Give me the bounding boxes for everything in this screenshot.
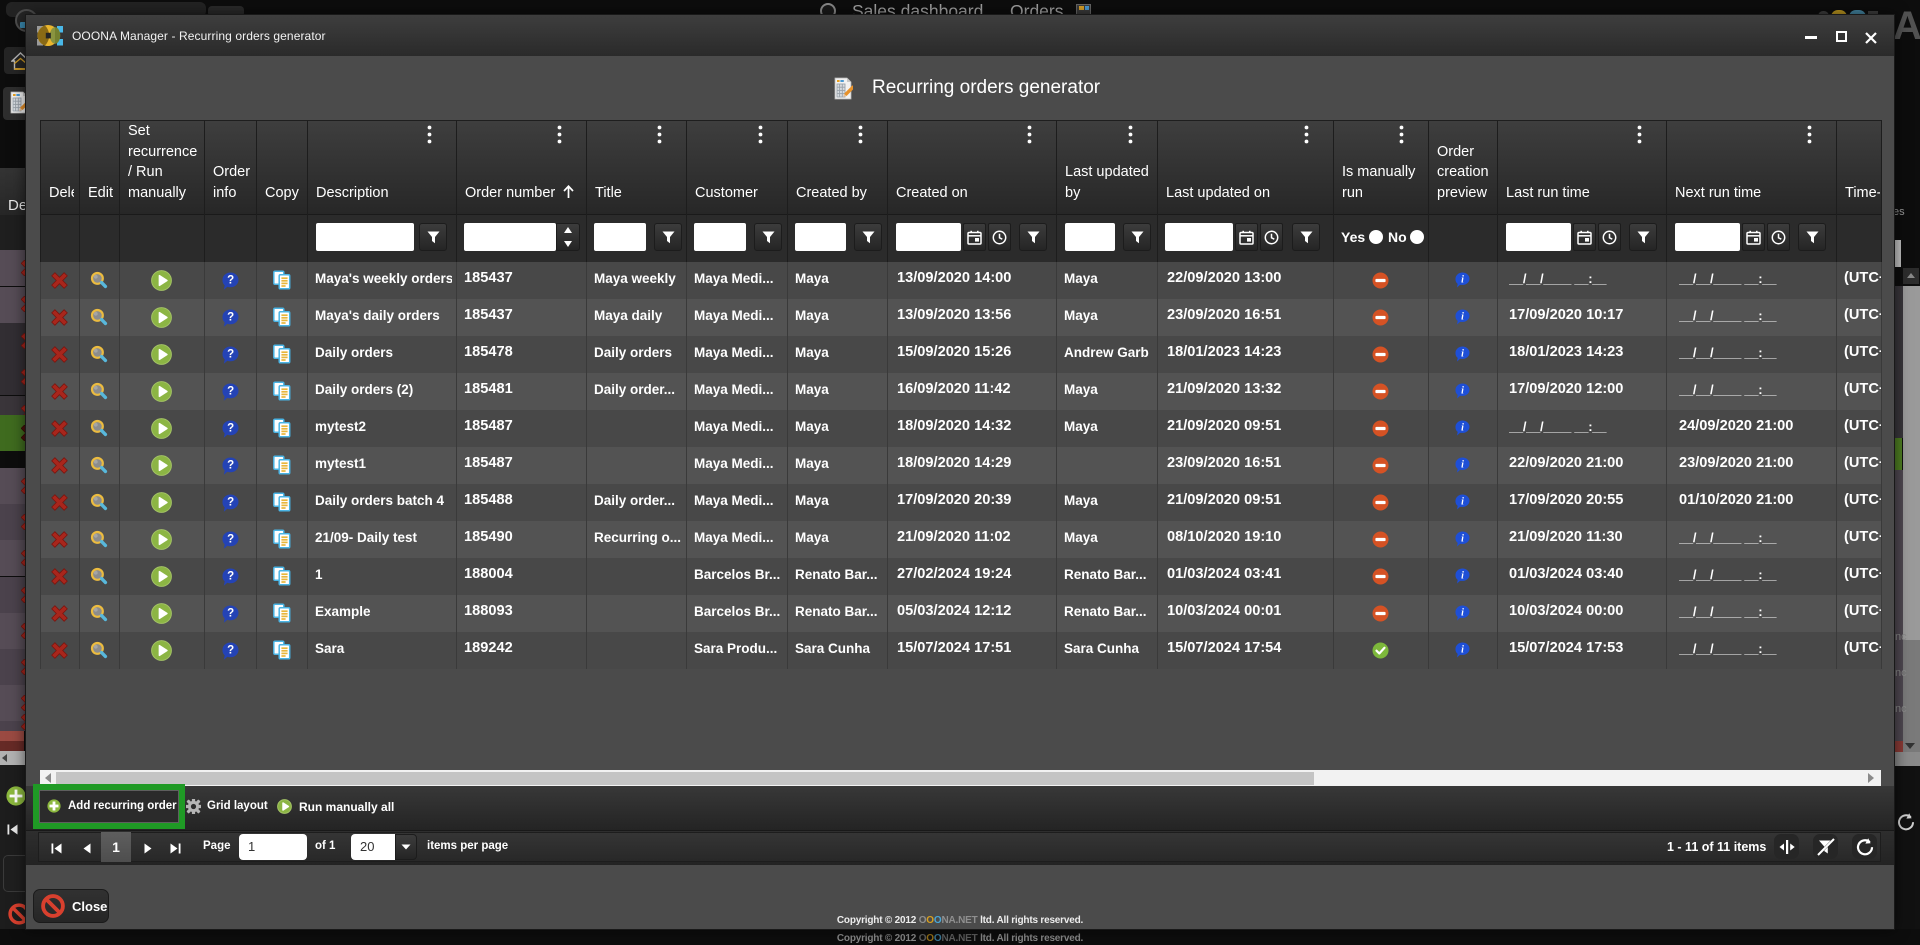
svg-text:?: ? bbox=[227, 348, 234, 360]
svg-text:i: i bbox=[1461, 385, 1464, 396]
svg-text:i: i bbox=[1461, 496, 1464, 507]
svg-text:?: ? bbox=[227, 422, 234, 434]
svg-text:i: i bbox=[1461, 274, 1464, 285]
svg-text:?: ? bbox=[227, 274, 234, 286]
svg-text:?: ? bbox=[227, 533, 234, 545]
svg-text:i: i bbox=[1461, 607, 1464, 618]
svg-text:i: i bbox=[1461, 311, 1464, 322]
svg-text:i: i bbox=[1461, 422, 1464, 433]
svg-text:?: ? bbox=[227, 607, 234, 619]
svg-text:?: ? bbox=[227, 570, 234, 582]
svg-text:i: i bbox=[1461, 459, 1464, 470]
svg-text:?: ? bbox=[227, 459, 234, 471]
svg-text:i: i bbox=[1461, 644, 1464, 655]
svg-text:?: ? bbox=[227, 311, 234, 323]
svg-text:?: ? bbox=[227, 496, 234, 508]
svg-text:i: i bbox=[1461, 533, 1464, 544]
svg-text:i: i bbox=[1461, 570, 1464, 581]
svg-text:i: i bbox=[1461, 348, 1464, 359]
svg-text:?: ? bbox=[227, 385, 234, 397]
svg-text:?: ? bbox=[227, 644, 234, 656]
